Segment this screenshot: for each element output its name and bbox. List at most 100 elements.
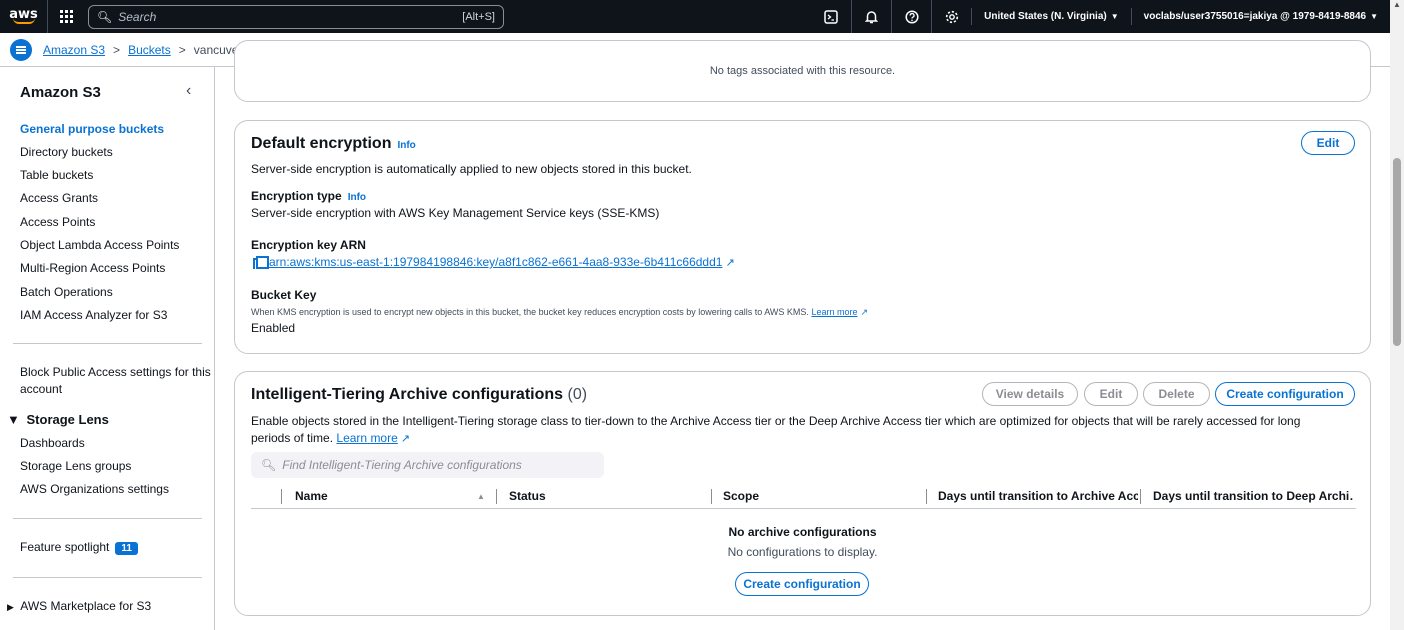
block-public-access-line-2: account: [20, 382, 63, 396]
scroll-up-arrow-icon[interactable]: ▲: [1393, 0, 1401, 9]
sidebar-title: Amazon S3: [20, 84, 101, 101]
sidebar-item-access-points[interactable]: Access Points: [20, 215, 95, 229]
column-separator: [1140, 489, 1141, 504]
sidebar-item-multi-region-access-points[interactable]: Multi-Region Access Points: [20, 261, 165, 275]
sidebar-item-batch-operations[interactable]: Batch Operations: [20, 285, 113, 299]
cloudshell-icon[interactable]: [811, 0, 851, 33]
sort-ascending-icon[interactable]: ▲: [477, 492, 485, 501]
caret-down-icon: ▼: [1110, 12, 1119, 21]
create-configuration-button[interactable]: Create configuration: [1215, 382, 1355, 406]
learn-more-word-2: more: [370, 431, 398, 445]
edit-configuration-button[interactable]: Edit: [1084, 382, 1138, 406]
aws-logo[interactable]: aws: [0, 0, 48, 33]
encryption-type-label-text: Encryption type: [251, 189, 342, 203]
caret-down-icon: ▼: [1370, 12, 1378, 21]
external-link-icon: ↗: [860, 307, 869, 317]
region-selector[interactable]: United States (N. Virginia) ▼: [971, 8, 1131, 25]
search-icon: 🔍︎: [261, 458, 277, 472]
services-menu-button[interactable]: [48, 0, 84, 33]
sidebar-divider: [13, 518, 202, 519]
column-separator: [496, 489, 497, 504]
edit-encryption-button[interactable]: Edit: [1301, 131, 1355, 155]
sidebar-item-storage-lens-groups[interactable]: Storage Lens groups: [20, 459, 131, 473]
encryption-key-arn-link[interactable]: arn:aws:kms:us-east-1:197984198846:key/a…: [269, 255, 722, 269]
bucket-key-description: When KMS encryption is used to encrypt n…: [251, 307, 868, 318]
breadcrumb-separator-icon: >: [113, 42, 121, 57]
encryption-description: Server-side encryption is automatically …: [251, 162, 692, 176]
column-separator: [926, 489, 927, 504]
default-encryption-panel: Default encryption Info Edit Server-side …: [234, 120, 1371, 354]
empty-state-subtitle: No configurations to display.: [727, 545, 878, 559]
side-navigation-toggle[interactable]: [10, 38, 32, 61]
collapsed-caret-icon: ▶: [7, 602, 14, 612]
feature-spotlight-badge: 11: [115, 542, 138, 555]
delete-configuration-button[interactable]: Delete: [1143, 382, 1210, 406]
sidebar-item-block-public-access[interactable]: Block Public Access settings for this ac…: [20, 365, 211, 396]
aws-marketplace-label: AWS Marketplace for S3: [20, 599, 152, 613]
sidebar-item-access-grants[interactable]: Access Grants: [20, 191, 98, 205]
sidebar-divider: [13, 343, 202, 344]
intelligent-tiering-panel: Intelligent-Tiering Archive configuratio…: [234, 371, 1371, 616]
encryption-key-arn-label: Encryption key ARN: [251, 238, 366, 252]
sidebar-divider: [13, 577, 202, 578]
search-placeholder: Search: [118, 9, 157, 24]
column-header-days-archive[interactable]: Days until transition to Archive Acc…: [938, 489, 1138, 503]
scrollbar-thumb[interactable]: [1393, 158, 1401, 346]
learn-more-link[interactable]: Learn more: [811, 307, 857, 317]
column-separator: [711, 489, 712, 504]
account-label: voclabs/user3755016=jakiya @ 1979-8419-8…: [1143, 11, 1367, 22]
storage-lens-title: Storage Lens: [26, 412, 109, 427]
sidebar-item-table-buckets[interactable]: Table buckets: [20, 168, 93, 182]
sidebar-item-object-lambda-access-points[interactable]: Object Lambda Access Points: [20, 238, 179, 252]
column-separator: [281, 489, 282, 504]
configuration-count: (0): [567, 386, 588, 403]
sidebar-item-directory-buckets[interactable]: Directory buckets: [20, 145, 113, 159]
page-scrollbar[interactable]: ▲: [1390, 0, 1404, 630]
sidebar-item-organizations-settings[interactable]: AWS Organizations settings: [20, 482, 169, 496]
expanded-caret-icon: ▼: [7, 412, 20, 427]
encryption-type-value: Server-side encryption with AWS Key Mana…: [251, 206, 660, 220]
external-link-icon: ↗: [725, 256, 735, 269]
encryption-type-label: Encryption type Info: [251, 189, 366, 203]
encryption-key-arn-row: arn:aws:kms:us-east-1:197984198846:key/a…: [253, 255, 735, 269]
copy-icon[interactable]: [253, 256, 269, 269]
external-link-icon: ↗: [400, 433, 410, 445]
breadcrumb-separator-icon: >: [178, 42, 186, 57]
sidebar-item-feature-spotlight[interactable]: Feature spotlight 11: [20, 540, 138, 555]
learn-more-word-1: Learn: [336, 431, 368, 445]
learn-more-link[interactable]: Learn more: [336, 431, 397, 445]
sidebar-item-general-purpose-buckets[interactable]: General purpose buckets: [20, 122, 164, 136]
tiering-table-header: Name ▲ Status Scope Days until transitio…: [251, 484, 1356, 509]
top-navigation: aws 🔍︎ Search [Alt+S] United States (N. …: [0, 0, 1390, 33]
bell-icon[interactable]: [851, 0, 891, 33]
search-shortcut: [Alt+S]: [462, 10, 495, 23]
help-icon[interactable]: [891, 0, 931, 33]
tiering-search-input[interactable]: 🔍︎ Find Intelligent-Tiering Archive conf…: [251, 452, 604, 478]
gear-icon[interactable]: [931, 0, 971, 33]
info-link[interactable]: Info: [397, 140, 415, 151]
sidebar-item-iam-access-analyzer[interactable]: IAM Access Analyzer for S3: [20, 308, 167, 322]
column-header-status[interactable]: Status: [509, 489, 699, 503]
view-details-button[interactable]: View details: [982, 382, 1078, 406]
column-header-days-deep-archive[interactable]: Days until transition to Deep Archi…: [1153, 489, 1353, 503]
column-header-name[interactable]: Name: [295, 489, 455, 503]
block-public-access-line-1: Block Public Access settings for this: [20, 365, 211, 379]
bucket-key-value: Enabled: [251, 321, 296, 335]
intelligent-tiering-heading: Intelligent-Tiering Archive configuratio…: [251, 386, 587, 404]
side-navigation: Amazon S3 ‹ General purpose buckets Dire…: [0, 67, 215, 630]
breadcrumb-amazon-s3[interactable]: Amazon S3: [43, 43, 105, 57]
feature-spotlight-label: Feature spotlight: [20, 540, 110, 554]
sidebar-item-dashboards[interactable]: Dashboards: [20, 436, 85, 450]
empty-state-create-configuration-button[interactable]: Create configuration: [735, 572, 869, 596]
intelligent-tiering-description: Enable objects stored in the Intelligent…: [251, 413, 1341, 448]
sidebar-section-storage-lens[interactable]: ▼ Storage Lens: [7, 412, 109, 427]
empty-state-title: No archive configurations: [728, 525, 877, 539]
collapse-sidebar-icon[interactable]: ‹: [186, 82, 191, 100]
account-menu[interactable]: voclabs/user3755016=jakiya @ 1979-8419-8…: [1130, 8, 1390, 25]
info-link[interactable]: Info: [348, 192, 366, 203]
bucket-key-description-text: When KMS encryption is used to encrypt n…: [251, 307, 809, 317]
global-search-input[interactable]: 🔍︎ Search [Alt+S]: [88, 4, 504, 29]
column-header-scope[interactable]: Scope: [723, 489, 923, 503]
breadcrumb-buckets[interactable]: Buckets: [128, 43, 171, 57]
sidebar-item-aws-marketplace[interactable]: ▶ AWS Marketplace for S3: [7, 599, 151, 613]
